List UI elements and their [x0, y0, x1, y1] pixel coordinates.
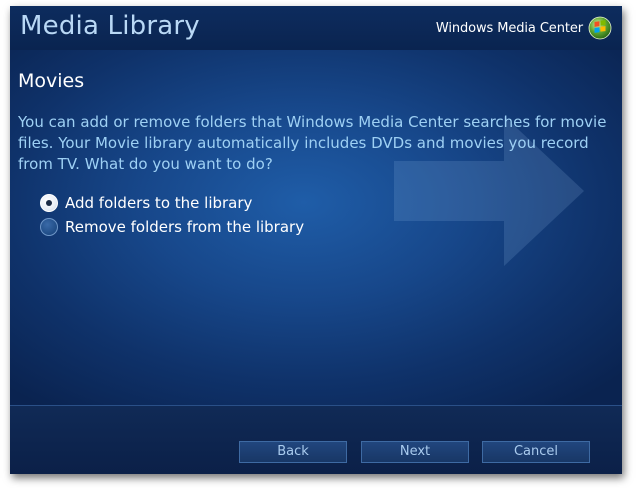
next-button[interactable]: Next [361, 441, 469, 463]
radio-selected-icon[interactable] [40, 194, 58, 212]
brand: Windows Media Center [436, 15, 612, 41]
media-center-window: Media Library Windows Media Center Movie [10, 6, 622, 474]
option-remove-folders[interactable]: Remove folders from the library [40, 215, 304, 239]
section-title: Movies [18, 70, 85, 92]
option-label: Remove folders from the library [65, 218, 305, 236]
page-title: Media Library [20, 11, 200, 41]
description-text: You can add or remove folders that Windo… [18, 113, 607, 173]
cancel-button[interactable]: Cancel [482, 441, 590, 463]
back-button[interactable]: Back [239, 441, 347, 463]
title-bar: Media Library Windows Media Center [10, 6, 622, 50]
windows-logo-icon [588, 16, 612, 40]
option-label: Add folders to the library [65, 194, 253, 212]
radio-unselected-icon[interactable] [40, 218, 58, 236]
option-add-folders[interactable]: Add folders to the library [40, 191, 304, 215]
brand-text: Windows Media Center [435, 20, 583, 36]
footer-bar: Back Next Cancel [10, 405, 622, 474]
options-group: Add folders to the library Remove folder… [40, 191, 304, 239]
